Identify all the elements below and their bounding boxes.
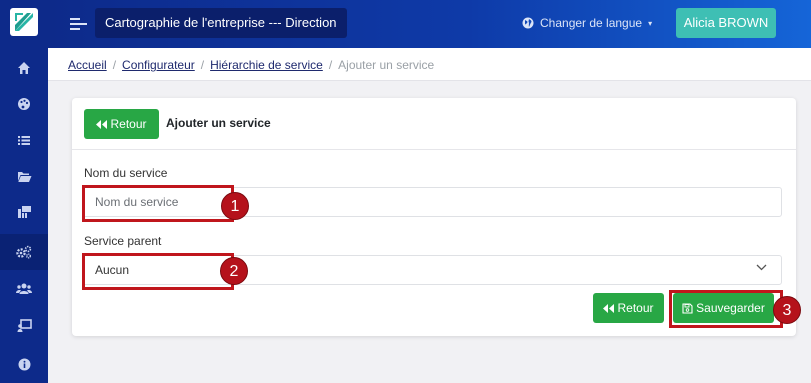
sidebar-item-folder[interactable] [0, 158, 48, 194]
gears-icon [16, 245, 32, 259]
logo-icon [13, 11, 35, 33]
top-navbar: Cartographie de l'entreprise --- Directi… [48, 0, 811, 48]
parent-service-label: Service parent [84, 234, 162, 248]
back-label: Retour [617, 301, 654, 315]
annotation-number-1: 1 [221, 192, 249, 220]
sidebar [0, 0, 48, 383]
users-icon [16, 283, 32, 294]
app-title: Cartographie de l'entreprise --- Directi… [95, 8, 347, 38]
sidebar-item-configurator[interactable] [0, 234, 48, 270]
back-button-top[interactable]: Retour [84, 109, 159, 139]
breadcrumb-link-home[interactable]: Accueil [68, 58, 107, 72]
presentation-icon [17, 319, 32, 332]
language-dropdown[interactable]: Changer de langue ▾ [522, 16, 652, 30]
backward-icon [96, 119, 108, 129]
sidebar-item-home[interactable] [0, 50, 48, 86]
home-icon [18, 62, 30, 74]
sidebar-item-palette[interactable] [0, 86, 48, 122]
breadcrumb-separator: / [200, 58, 205, 72]
back-label: Retour [110, 117, 147, 131]
annotation-number-3: 3 [773, 296, 801, 324]
service-name-label: Nom du service [84, 166, 168, 180]
annotation-highlight-1 [82, 185, 234, 222]
breadcrumb-bar: Accueil / Configurateur / Hiérarchie de … [48, 48, 811, 81]
language-label: Changer de langue [540, 16, 643, 30]
card-header: Retour Ajouter un service [72, 98, 796, 150]
chevron-down-icon [756, 264, 767, 271]
sidebar-item-list[interactable] [0, 122, 48, 158]
sidebar-item-hierarchy[interactable] [0, 194, 48, 230]
breadcrumb-separator: / [328, 58, 333, 72]
breadcrumb-separator: / [112, 58, 117, 72]
breadcrumb-current: Ajouter un service [338, 58, 435, 72]
org-chart-icon [17, 206, 31, 218]
folder-open-icon [17, 171, 31, 182]
palette-icon [18, 98, 30, 110]
breadcrumb-link-hierarchy[interactable]: Hiérarchie de service [210, 58, 323, 72]
list-icon [18, 136, 30, 145]
annotation-number-2: 2 [220, 257, 248, 285]
user-menu-button[interactable]: Alicia BROWN [676, 8, 776, 38]
menu-toggle-icon[interactable] [70, 17, 88, 35]
annotation-highlight-3 [669, 290, 783, 328]
sidebar-item-presentation[interactable] [0, 308, 48, 344]
back-button[interactable]: Retour [593, 293, 664, 323]
sidebar-item-users[interactable] [0, 270, 48, 306]
backward-icon [603, 303, 615, 313]
info-icon [18, 358, 30, 370]
annotation-highlight-2 [82, 253, 234, 290]
globe-icon [522, 17, 534, 29]
breadcrumb-link-configurator[interactable]: Configurateur [122, 58, 195, 72]
breadcrumb: Accueil / Configurateur / Hiérarchie de … [68, 58, 434, 72]
app-logo[interactable] [10, 8, 38, 36]
sidebar-item-info[interactable] [0, 346, 48, 382]
caret-down-icon: ▾ [648, 18, 653, 28]
card-title: Ajouter un service [166, 116, 271, 130]
